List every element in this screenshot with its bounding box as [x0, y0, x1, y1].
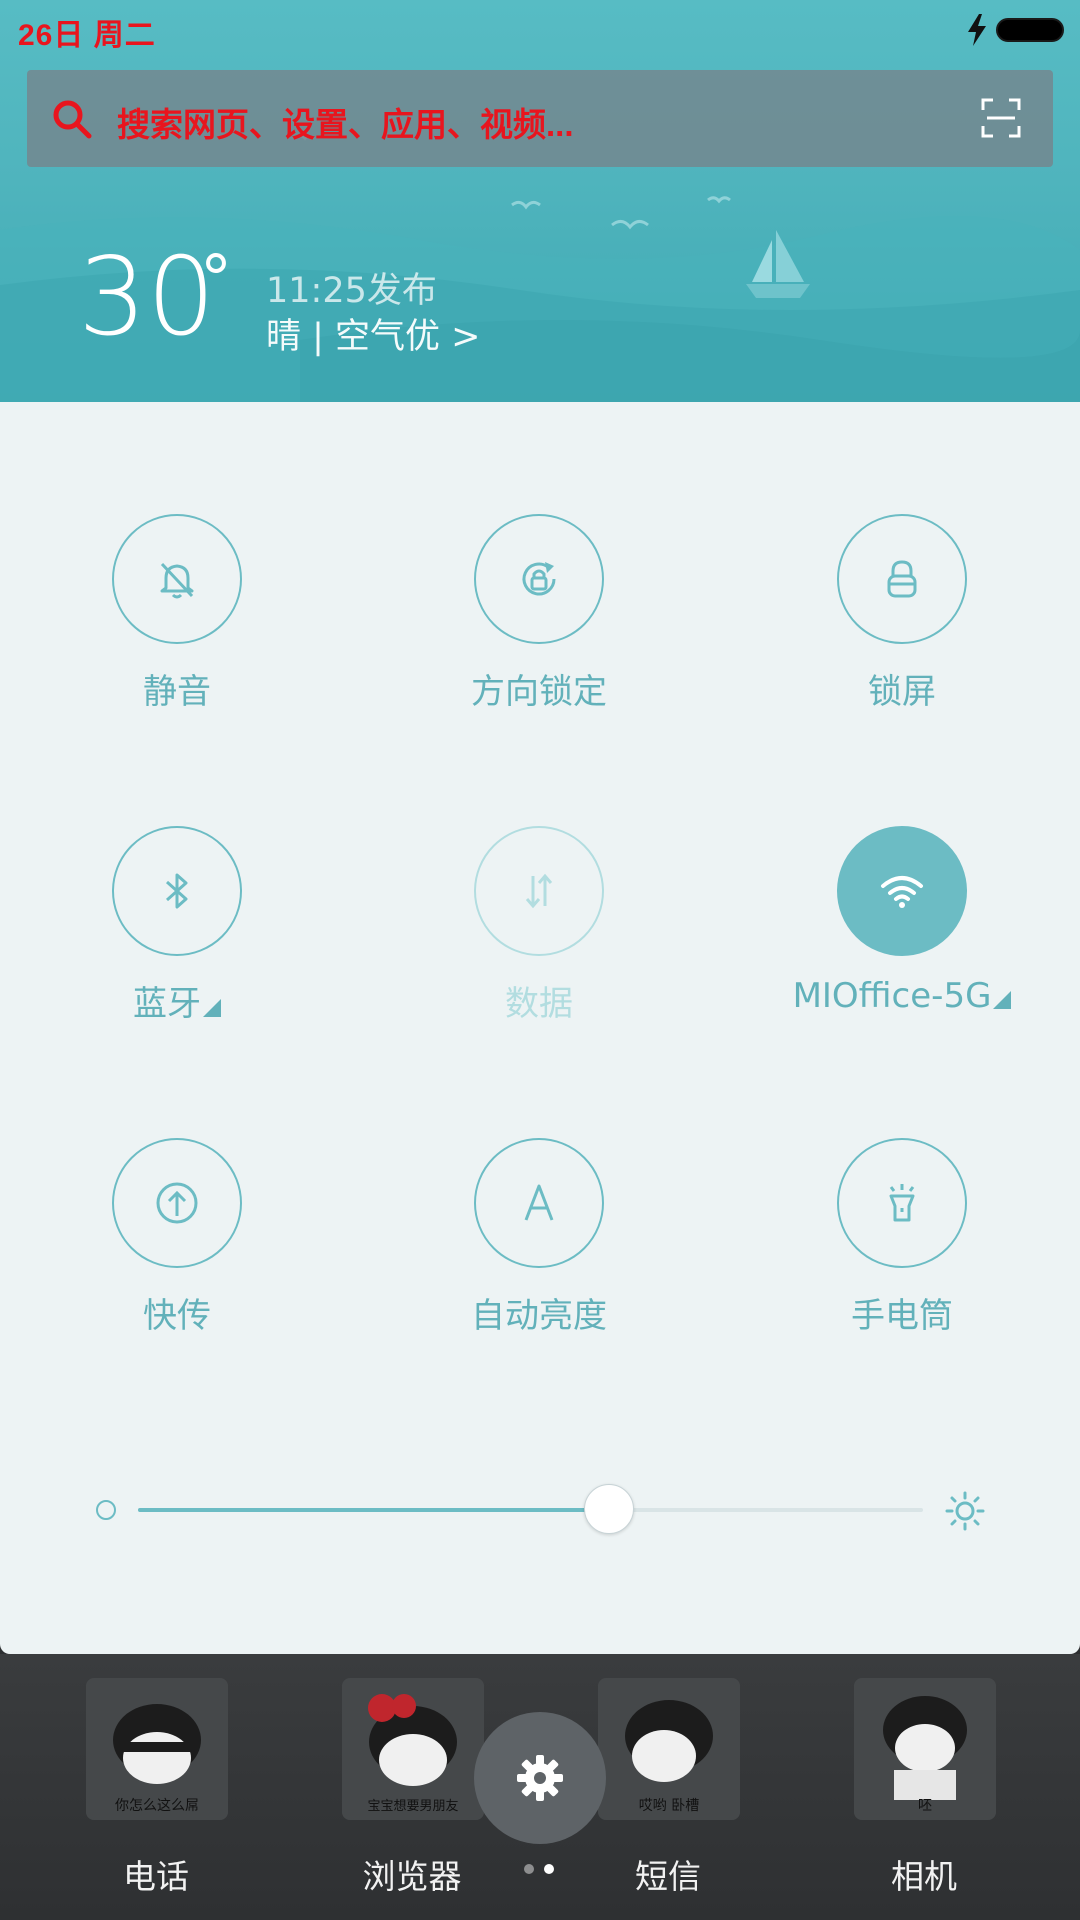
- bluetooth-icon: [165, 873, 188, 909]
- toggle-wifi[interactable]: MIOffice-5G: [752, 826, 1052, 1046]
- flashlight-icon: [889, 1184, 915, 1222]
- toggle-silent-button[interactable]: [112, 514, 242, 644]
- toggle-mobile-data[interactable]: 数据: [389, 826, 689, 1046]
- toggle-bluetooth-text: 蓝牙: [133, 984, 201, 1024]
- brightness-low-icon: [96, 1500, 116, 1520]
- messages-app-icon[interactable]: 哎哟 卧槽: [598, 1678, 740, 1820]
- toggle-flashlight[interactable]: 手电筒: [752, 1138, 1052, 1358]
- browser-app-icon[interactable]: 宝宝想要男朋友: [342, 1678, 484, 1820]
- page-dot: [544, 1864, 554, 1874]
- auto-brightness-icon: [524, 1184, 554, 1221]
- messages-icon-caption: 哎哟 卧槽: [639, 1798, 699, 1814]
- dock-app-label: 浏览器: [362, 1857, 462, 1896]
- brightness-slider[interactable]: [138, 1484, 923, 1534]
- page-indicator: [524, 1864, 564, 1876]
- share-upload-icon: [156, 1182, 198, 1224]
- page-dot: [524, 1864, 534, 1874]
- phone-app-icon[interactable]: 你怎么这么屌: [86, 1678, 228, 1820]
- bell-off-icon: [160, 562, 194, 599]
- weather-publish-time: 11:25发布: [266, 271, 437, 311]
- search-placeholder: 搜索网页、设置、应用、视频...: [117, 106, 574, 143]
- toggle-silent[interactable]: 静音: [27, 514, 327, 734]
- toggle-lock-screen[interactable]: 锁屏: [752, 514, 1052, 734]
- mobile-data-icon: [525, 873, 553, 909]
- toggle-bluetooth-label: 蓝牙: [27, 976, 327, 1025]
- weather-header: 26日 周二 搜索网页、设置、应用、视频... 30 ° 11:25发布 晴 |…: [0, 0, 1080, 402]
- toggle-auto-brightness[interactable]: 自动亮度: [389, 1138, 689, 1358]
- quick-settings-panel: 静音 方向锁定 锁屏 蓝牙 数据 MIOffice-5G 快传 自动亮度 手电筒: [0, 402, 1080, 1654]
- toggle-silent-label: 静音: [143, 672, 211, 712]
- bolt-icon: [968, 14, 986, 46]
- lock-icon: [887, 560, 917, 598]
- toggle-rotation-lock-label: 方向锁定: [471, 672, 607, 712]
- toggle-mobile-data-button[interactable]: [474, 826, 604, 956]
- gear-icon: [517, 1755, 563, 1801]
- toggle-lock-screen-button[interactable]: [837, 514, 967, 644]
- toggle-quick-share[interactable]: 快传: [27, 1138, 327, 1358]
- browser-icon-caption: 宝宝想要男朋友: [367, 1798, 458, 1814]
- search-icon: [53, 100, 92, 139]
- battery-icon: [996, 18, 1064, 42]
- camera-app-icon[interactable]: 呸: [854, 1678, 996, 1820]
- settings-button[interactable]: [474, 1712, 606, 1844]
- meme-face-icon: 哎哟 卧槽: [598, 1678, 740, 1820]
- toggle-wifi-button[interactable]: [837, 826, 967, 956]
- menu-caret-icon: [993, 991, 1012, 1009]
- toggle-quick-share-button[interactable]: [112, 1138, 242, 1268]
- toggle-rotation-lock-button[interactable]: [474, 514, 604, 644]
- weather-description-link[interactable]: 晴 | 空气优 >: [266, 308, 481, 359]
- temperature-value[interactable]: 30: [78, 244, 215, 352]
- meme-face-icon: 呸: [854, 1678, 996, 1820]
- brightness-high-icon: [945, 1491, 985, 1531]
- toggle-bluetooth-button[interactable]: [112, 826, 242, 956]
- rotation-lock-icon: [522, 562, 556, 596]
- toggle-quick-share-label: 快传: [143, 1296, 211, 1336]
- meme-face-icon: 宝宝想要男朋友: [342, 1678, 484, 1820]
- toggle-mobile-data-label: 数据: [505, 984, 573, 1024]
- toggle-auto-brightness-button[interactable]: [474, 1138, 604, 1268]
- wifi-icon: [881, 876, 923, 908]
- scan-icon[interactable]: [981, 98, 1021, 138]
- dock-app-phone[interactable]: 你怎么这么屌 电话: [66, 1654, 246, 1896]
- dock-app-label: 电话: [123, 1857, 189, 1896]
- toggle-flashlight-label: 手电筒: [851, 1296, 953, 1336]
- dock-app-label: 相机: [891, 1857, 957, 1896]
- menu-caret-icon: [203, 999, 221, 1017]
- phone-icon-caption: 你怎么这么屌: [115, 1797, 199, 1814]
- toggle-flashlight-button[interactable]: [837, 1138, 967, 1268]
- status-date: 26日 周二: [18, 19, 156, 52]
- toggle-rotation-lock[interactable]: 方向锁定: [389, 514, 689, 734]
- meme-face-icon: 你怎么这么屌: [86, 1678, 228, 1820]
- toggle-wifi-label: MIOffice-5G: [752, 976, 1052, 1016]
- dock-app-label: 短信: [635, 1857, 701, 1896]
- toggle-wifi-text: MIOffice-5G: [792, 976, 992, 1016]
- search-bar[interactable]: 搜索网页、设置、应用、视频...: [27, 70, 1053, 167]
- brightness-slider-fill: [138, 1508, 609, 1512]
- brightness-slider-thumb[interactable]: [584, 1484, 634, 1534]
- toggle-bluetooth[interactable]: 蓝牙: [27, 826, 327, 1046]
- camera-icon-caption: 呸: [918, 1798, 932, 1814]
- temperature-unit: °: [200, 243, 232, 317]
- toggle-auto-brightness-label: 自动亮度: [471, 1296, 607, 1336]
- dock-app-camera[interactable]: 呸 相机: [834, 1654, 1014, 1896]
- toggle-lock-screen-label: 锁屏: [868, 672, 936, 712]
